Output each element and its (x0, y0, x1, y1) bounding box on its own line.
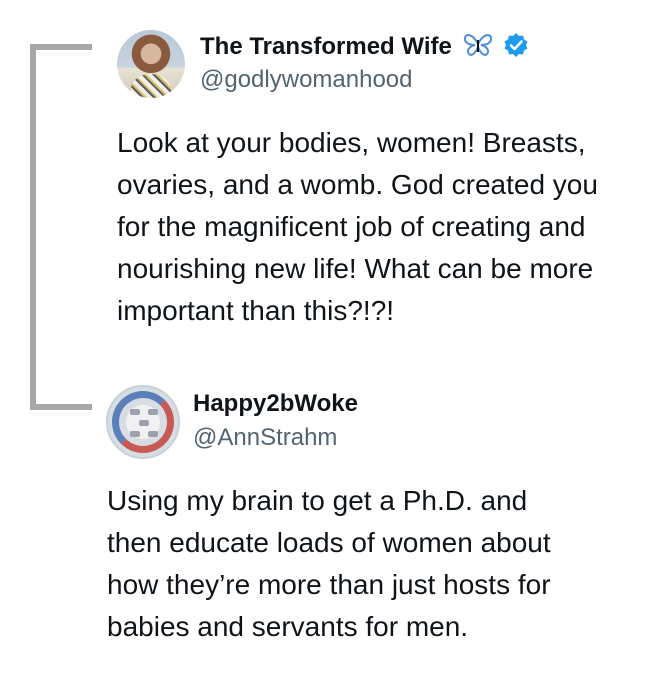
tweet-text-line: how they’re more than just hosts for (107, 569, 551, 600)
avatar-diagram-node (139, 420, 149, 426)
display-name[interactable]: The Transformed Wife (200, 32, 529, 65)
tweet-text-line: babies and servants for men. (107, 611, 469, 642)
tweet-text-line: Using my brain to get a Ph.D. and (107, 485, 528, 516)
tweet-text-line: then educate loads of women about (107, 527, 551, 558)
avatar[interactable] (106, 385, 180, 459)
tweet-text-line: ovaries, and a womb. God created you (117, 169, 598, 200)
avatar-diagram-node (130, 409, 140, 415)
avatar-shirt (131, 74, 171, 98)
display-name[interactable]: Happy2bWoke (193, 390, 358, 418)
reply-thread-connector (30, 44, 92, 410)
butterfly-icon (463, 32, 493, 65)
avatar-diagram-node (148, 409, 158, 415)
user-handle[interactable]: @godlywomanhood (200, 66, 413, 94)
tweet-text-line: important than this?!?! (117, 295, 395, 326)
avatar-diagram-node (130, 431, 140, 437)
tweet-text-line: nourishing new life! What can be more (117, 253, 594, 284)
user-handle[interactable]: @AnnStrahm (193, 424, 337, 452)
avatar[interactable] (117, 30, 185, 98)
tweet-text-line: for the magnificent job of creating and (117, 211, 586, 242)
tweet-text: Look at your bodies, women! Breasts, ova… (117, 122, 657, 332)
tweet-text: Using my brain to get a Ph.D. and then e… (107, 480, 637, 648)
avatar-diagram-node (148, 431, 158, 437)
tweet-text-line: Look at your bodies, women! Breasts, (117, 127, 586, 158)
display-name-text: The Transformed Wife (200, 33, 452, 60)
verified-badge-icon (503, 32, 529, 65)
